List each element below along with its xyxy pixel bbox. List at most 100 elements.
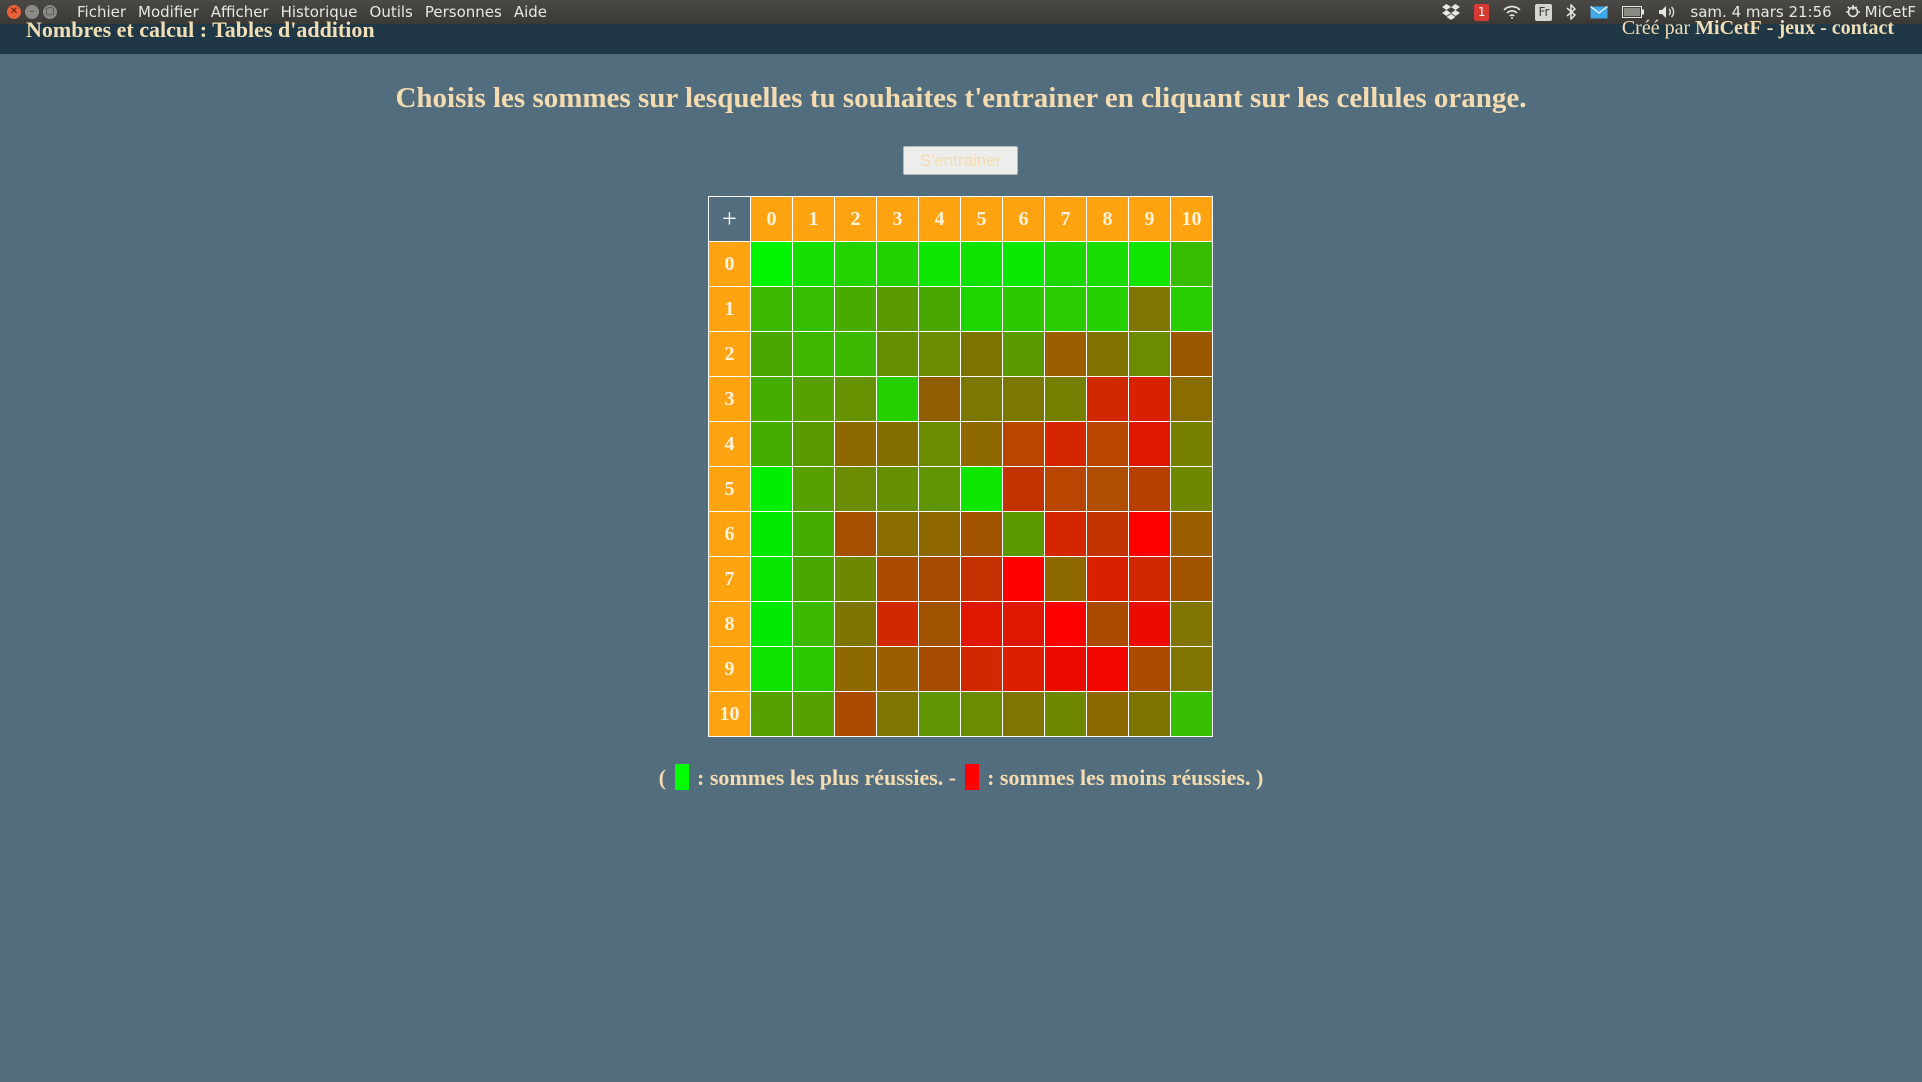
- sum-cell[interactable]: [876, 331, 919, 377]
- sum-cell[interactable]: [1170, 556, 1213, 602]
- sum-cell[interactable]: [1128, 556, 1171, 602]
- sum-cell[interactable]: [1128, 241, 1171, 287]
- sum-cell[interactable]: [834, 556, 877, 602]
- column-header-cell[interactable]: 9: [1128, 196, 1171, 242]
- sum-cell[interactable]: [1002, 466, 1045, 512]
- sum-cell[interactable]: [792, 466, 835, 512]
- sum-cell[interactable]: [960, 691, 1003, 737]
- sum-cell[interactable]: [1128, 601, 1171, 647]
- sum-cell[interactable]: [876, 556, 919, 602]
- sum-cell[interactable]: [1086, 286, 1129, 332]
- sum-cell[interactable]: [1128, 376, 1171, 422]
- sum-cell[interactable]: [750, 241, 793, 287]
- contact-link[interactable]: contact: [1832, 17, 1894, 39]
- sum-cell[interactable]: [792, 286, 835, 332]
- sum-cell[interactable]: [960, 241, 1003, 287]
- row-header-cell[interactable]: 4: [708, 421, 751, 467]
- column-header-cell[interactable]: 4: [918, 196, 961, 242]
- sum-cell[interactable]: [960, 556, 1003, 602]
- sum-cell[interactable]: [1002, 511, 1045, 557]
- row-header-cell[interactable]: 3: [708, 376, 751, 422]
- sum-cell[interactable]: [876, 646, 919, 692]
- sum-cell[interactable]: [876, 286, 919, 332]
- sum-cell[interactable]: [876, 376, 919, 422]
- sum-cell[interactable]: [960, 331, 1003, 377]
- sum-cell[interactable]: [918, 421, 961, 467]
- close-window-icon[interactable]: ✕: [7, 5, 21, 19]
- sum-cell[interactable]: [834, 421, 877, 467]
- sum-cell[interactable]: [1086, 421, 1129, 467]
- sum-cell[interactable]: [1128, 331, 1171, 377]
- sum-cell[interactable]: [1170, 331, 1213, 377]
- sum-cell[interactable]: [1128, 646, 1171, 692]
- sum-cell[interactable]: [1170, 601, 1213, 647]
- sum-cell[interactable]: [1002, 241, 1045, 287]
- sum-cell[interactable]: [1044, 331, 1087, 377]
- sum-cell[interactable]: [1086, 466, 1129, 512]
- sum-cell[interactable]: [1044, 421, 1087, 467]
- sum-cell[interactable]: [792, 421, 835, 467]
- train-button[interactable]: S'entrainer: [903, 146, 1018, 175]
- sum-cell[interactable]: [834, 691, 877, 737]
- row-header-cell[interactable]: 2: [708, 331, 751, 377]
- author-link[interactable]: MiCetF: [1695, 17, 1762, 39]
- column-header-cell[interactable]: 1: [792, 196, 835, 242]
- sum-cell[interactable]: [1044, 646, 1087, 692]
- sum-cell[interactable]: [1170, 241, 1213, 287]
- sum-cell[interactable]: [1044, 286, 1087, 332]
- sum-cell[interactable]: [1170, 421, 1213, 467]
- sum-cell[interactable]: [792, 511, 835, 557]
- sum-cell[interactable]: [834, 646, 877, 692]
- sum-cell[interactable]: [876, 466, 919, 512]
- sum-cell[interactable]: [1044, 511, 1087, 557]
- sum-cell[interactable]: [750, 556, 793, 602]
- column-header-cell[interactable]: 6: [1002, 196, 1045, 242]
- sum-cell[interactable]: [1170, 466, 1213, 512]
- sum-cell[interactable]: [1044, 241, 1087, 287]
- sum-cell[interactable]: [918, 646, 961, 692]
- row-header-cell[interactable]: 0: [708, 241, 751, 287]
- sum-cell[interactable]: [1128, 691, 1171, 737]
- wifi-icon[interactable]: [1503, 5, 1522, 19]
- sum-cell[interactable]: [1170, 511, 1213, 557]
- sum-cell[interactable]: [1044, 691, 1087, 737]
- sum-cell[interactable]: [750, 331, 793, 377]
- column-header-cell[interactable]: 8: [1086, 196, 1129, 242]
- column-header-cell[interactable]: 2: [834, 196, 877, 242]
- sum-cell[interactable]: [918, 691, 961, 737]
- column-header-cell[interactable]: 3: [876, 196, 919, 242]
- sum-cell[interactable]: [750, 286, 793, 332]
- row-header-cell[interactable]: 9: [708, 646, 751, 692]
- row-header-cell[interactable]: 10: [708, 691, 751, 737]
- sum-cell[interactable]: [834, 241, 877, 287]
- column-header-cell[interactable]: 5: [960, 196, 1003, 242]
- sum-cell[interactable]: [876, 421, 919, 467]
- sum-cell[interactable]: [750, 691, 793, 737]
- sum-cell[interactable]: [834, 601, 877, 647]
- sum-cell[interactable]: [918, 331, 961, 377]
- sum-cell[interactable]: [750, 601, 793, 647]
- sum-cell[interactable]: [918, 511, 961, 557]
- sum-cell[interactable]: [792, 331, 835, 377]
- sum-cell[interactable]: [960, 286, 1003, 332]
- sum-cell[interactable]: [960, 466, 1003, 512]
- sum-cell[interactable]: [1044, 556, 1087, 602]
- sum-cell[interactable]: [1128, 421, 1171, 467]
- sum-cell[interactable]: [792, 376, 835, 422]
- sum-cell[interactable]: [792, 241, 835, 287]
- sum-cell[interactable]: [876, 241, 919, 287]
- sum-cell[interactable]: [918, 241, 961, 287]
- sum-cell[interactable]: [1044, 376, 1087, 422]
- sum-cell[interactable]: [1170, 286, 1213, 332]
- site-title[interactable]: Nombres et calcul : Tables d'addition: [26, 17, 375, 43]
- sum-cell[interactable]: [918, 466, 961, 512]
- sum-cell[interactable]: [1086, 601, 1129, 647]
- row-header-cell[interactable]: 1: [708, 286, 751, 332]
- sum-cell[interactable]: [1170, 691, 1213, 737]
- sum-cell[interactable]: [834, 331, 877, 377]
- bluetooth-icon[interactable]: [1566, 4, 1577, 20]
- sum-cell[interactable]: [792, 691, 835, 737]
- sum-cell[interactable]: [834, 286, 877, 332]
- sum-cell[interactable]: [792, 646, 835, 692]
- sum-cell[interactable]: [1170, 646, 1213, 692]
